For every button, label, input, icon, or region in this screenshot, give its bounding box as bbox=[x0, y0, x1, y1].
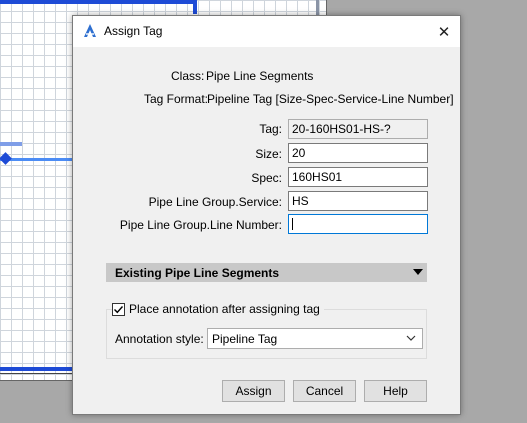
size-field[interactable]: 20 bbox=[288, 143, 428, 163]
autocad-app-icon bbox=[84, 24, 96, 37]
viewport-frame-top bbox=[0, 0, 195, 4]
dialog-title: Assign Tag bbox=[104, 24, 163, 38]
spec-label: Spec: bbox=[251, 171, 282, 185]
service-label: Pipe Line Group.Service: bbox=[148, 195, 282, 209]
assign-button[interactable]: Assign bbox=[222, 380, 285, 402]
tag-format-value: Pipeline Tag [Size-Spec-Service-Line Num… bbox=[207, 92, 454, 106]
viewport-frame-edge bbox=[193, 0, 197, 14]
annotation-style-label: Annotation style: bbox=[115, 332, 204, 346]
service-field[interactable]: HS bbox=[288, 191, 428, 211]
spec-field[interactable]: 160HS01 bbox=[288, 167, 428, 187]
existing-segments-section[interactable]: Existing Pipe Line Segments bbox=[106, 263, 427, 282]
place-annotation-checkbox[interactable] bbox=[112, 302, 125, 316]
text-caret bbox=[292, 218, 293, 230]
size-label: Size: bbox=[255, 147, 282, 161]
chevron-down-icon bbox=[406, 335, 416, 341]
checkmark-icon bbox=[114, 305, 124, 313]
assign-tag-dialog: Assign Tag ✕ Class: Pipe Line Segments T… bbox=[72, 15, 461, 415]
tag-field: 20-160HS01-HS-? bbox=[288, 119, 428, 139]
dialog-titlebar[interactable]: Assign Tag ✕ bbox=[73, 16, 460, 47]
tag-label: Tag: bbox=[259, 122, 282, 136]
line-number-label: Pipe Line Group.Line Number: bbox=[119, 218, 282, 232]
tag-format-label: Tag Format: bbox=[144, 92, 209, 106]
place-annotation-label: Place annotation after assigning tag bbox=[129, 302, 320, 316]
place-annotation-option[interactable]: Place annotation after assigning tag bbox=[112, 302, 324, 316]
class-value: Pipe Line Segments bbox=[206, 69, 314, 83]
cancel-button[interactable]: Cancel bbox=[293, 380, 356, 402]
annotation-style-select[interactable]: Pipeline Tag bbox=[207, 328, 423, 349]
section-title: Existing Pipe Line Segments bbox=[115, 266, 280, 280]
close-button[interactable]: ✕ bbox=[428, 16, 460, 47]
line-number-field[interactable] bbox=[288, 214, 428, 234]
annotation-style-value: Pipeline Tag bbox=[212, 332, 278, 346]
help-button[interactable]: Help bbox=[364, 380, 427, 402]
pipe-annotation-mark bbox=[0, 142, 22, 146]
class-label: Class: bbox=[171, 69, 205, 83]
close-icon: ✕ bbox=[437, 23, 451, 41]
dropdown-arrow-icon bbox=[413, 269, 423, 275]
